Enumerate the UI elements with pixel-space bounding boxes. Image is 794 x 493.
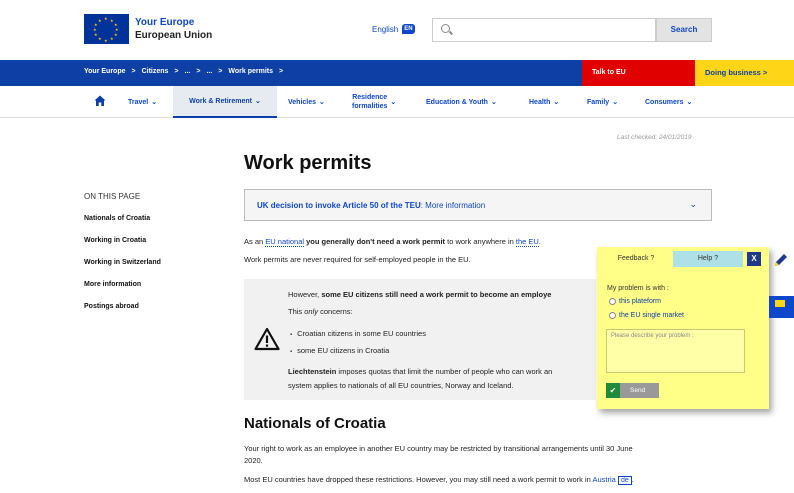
search-input[interactable] <box>432 18 656 42</box>
info-bullet: some EU citizens in Croatia <box>290 346 389 355</box>
nav-item-label: Vehicles <box>288 98 317 106</box>
chevron-down-icon: ⌄ <box>255 98 261 105</box>
breadcrumb-current[interactable]: Work permits <box>228 68 273 75</box>
austria-link[interactable]: Austria <box>593 475 616 484</box>
breadcrumb-item[interactable]: ... <box>185 68 191 75</box>
info-line: Liechtenstein imposes quotas that limit … <box>288 367 553 376</box>
nav-item-label: Family <box>587 98 610 106</box>
nav-item-label: Consumers <box>645 98 684 106</box>
intro-paragraph: As an EU national you generally don't ne… <box>244 237 541 247</box>
notice-text: UK decision to invoke Article 50 of the … <box>257 201 486 210</box>
breadcrumb-separator: > <box>174 68 179 75</box>
doing-business-button[interactable]: Doing business > <box>695 60 794 86</box>
side-flag-tab[interactable] <box>769 296 794 318</box>
radio-this-plateform[interactable]: this plateform <box>609 298 661 305</box>
nav-item-label: Travel <box>128 98 149 106</box>
search-button[interactable]: Search <box>656 18 712 42</box>
croatia-paragraph: Your right to work as an employee in ano… <box>244 444 633 465</box>
chevron-down-icon: ⌄ <box>490 99 497 106</box>
language-selector[interactable]: English EN <box>372 24 415 34</box>
breadcrumb-separator: > <box>279 68 284 75</box>
nav-item-work-retirement[interactable]: Work & Retirement ⌄ <box>173 86 277 118</box>
nav-item-label: Residence formalities <box>352 94 388 110</box>
chevron-down-icon: ⌄ <box>390 99 397 106</box>
info-line: However, some EU citizens still need a w… <box>288 290 552 299</box>
toc-link[interactable]: Working in Croatia <box>84 237 146 244</box>
radio-icon <box>609 312 616 319</box>
brand-name[interactable]: Your Europe European Union <box>135 16 212 42</box>
restrictions-paragraph: Most EU countries have dropped these res… <box>244 475 634 485</box>
nav-item-residence-formalities[interactable]: Residence formalities ⌄ <box>352 86 396 118</box>
main-navigation: Travel ⌄ Work & Retirement ⌄ Vehicles ⌄ Res… <box>0 86 794 118</box>
nav-item-vehicles[interactable]: Vehicles ⌄ <box>288 86 325 118</box>
section-heading-nationals-of-croatia: Nationals of Croatia <box>244 415 386 432</box>
breadcrumb-separator: > <box>218 68 223 75</box>
brexit-notice-accordion[interactable]: UK decision to invoke Article 50 of the … <box>244 189 712 221</box>
check-icon: ✔ <box>606 383 620 398</box>
breadcrumb-item[interactable]: Citizens <box>142 68 169 75</box>
breadcrumb-item[interactable]: ... <box>206 68 212 75</box>
toc-link[interactable]: Working in Switzerland <box>84 259 161 266</box>
eu-flag-logo[interactable]: ★ ★ ★ ★ ★ ★ ★ ★ ★ ★ ★ ★ <box>84 14 129 44</box>
nav-item-label: Work & Retirement <box>189 97 252 105</box>
tab-help[interactable]: Help ? <box>673 251 743 267</box>
close-button[interactable]: X <box>747 252 761 266</box>
last-checked-date: Last checked: 24/01/2019 <box>617 134 692 141</box>
info-line: This only concerns: <box>288 307 353 316</box>
feedback-widget: Feedback ? Help ? X My problem is with :… <box>597 247 769 409</box>
info-bullet: Croatian citizens in some EU countries <box>290 329 426 338</box>
site-header: ★ ★ ★ ★ ★ ★ ★ ★ ★ ★ ★ ★ Your Europe Euro… <box>0 0 794 60</box>
home-icon[interactable] <box>94 95 106 107</box>
nav-item-health[interactable]: Health ⌄ <box>529 86 559 118</box>
nav-item-travel[interactable]: Travel ⌄ <box>128 86 157 118</box>
chevron-down-icon: ⌄ <box>612 99 619 106</box>
eu-national-link[interactable]: EU national <box>265 237 305 247</box>
breadcrumb: Your Europe > Citizens > ... > ... > Wor… <box>84 68 283 75</box>
breadcrumb-separator: > <box>196 68 201 75</box>
warning-icon <box>254 327 280 351</box>
nav-item-consumers[interactable]: Consumers ⌄ <box>645 86 692 118</box>
toc-link[interactable]: Nationals of Croatia <box>84 215 150 222</box>
info-line: system applies to nationals of all EU co… <box>288 381 514 390</box>
problem-description-textarea[interactable]: Please describe your problem : <box>606 329 745 373</box>
page-title: Work permits <box>244 152 372 174</box>
language-badge[interactable]: de <box>617 476 632 485</box>
nav-item-label: Education & Youth <box>426 98 488 106</box>
nav-item-education-youth[interactable]: Education & Youth ⌄ <box>426 86 497 118</box>
tab-feedback[interactable]: Feedback ? <box>601 251 671 267</box>
chevron-down-icon: ⌄ <box>686 99 693 106</box>
chevron-down-icon: ⌄ <box>553 99 560 106</box>
nav-item-label: Health <box>529 98 551 106</box>
nav-item-family[interactable]: Family ⌄ <box>587 86 618 118</box>
chevron-down-icon: ⌄ <box>689 199 697 209</box>
on-this-page-heading: ON THIS PAGE <box>84 192 141 201</box>
problem-label: My problem is with : <box>607 285 669 292</box>
breadcrumb-item[interactable]: Your Europe <box>84 68 125 75</box>
chevron-down-icon: ⌄ <box>151 99 158 106</box>
work-permit-info-box: However, some EU citizens still need a w… <box>244 279 596 400</box>
send-button[interactable]: ✔ Send <box>606 383 659 398</box>
chevron-down-icon: ⌄ <box>319 99 325 106</box>
language-code-badge: EN <box>402 24 415 34</box>
brand-line-2: European Union <box>135 30 213 41</box>
pencil-icon[interactable] <box>773 252 789 268</box>
radio-icon <box>609 298 616 305</box>
language-label: English <box>372 24 399 34</box>
self-employed-paragraph: Work permits are never required for self… <box>244 255 471 264</box>
breadcrumb-separator: > <box>131 68 136 75</box>
brand-line-1: Your Europe <box>135 17 195 28</box>
search-icon <box>441 24 450 33</box>
toc-link[interactable]: More information <box>84 281 141 288</box>
the-eu-link[interactable]: the EU <box>515 237 539 247</box>
toc-link[interactable]: Postings abroad <box>84 303 139 310</box>
radio-eu-single-market[interactable]: the EU single market <box>609 312 684 319</box>
talk-to-eu-button[interactable]: Talk to EU <box>582 60 695 86</box>
